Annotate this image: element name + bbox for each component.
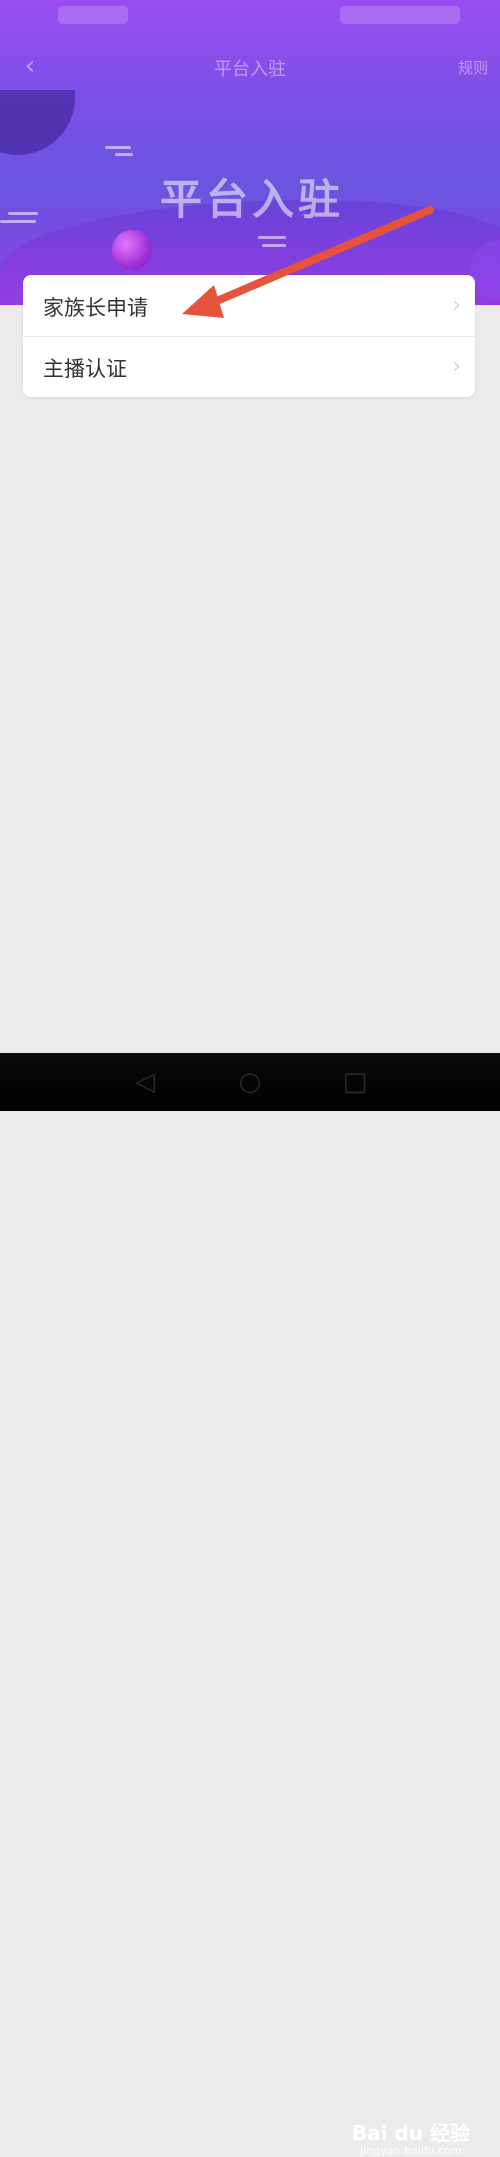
header-banner: ‹ 平台入驻 规则 平台入驻 (0, 0, 500, 305)
rules-link[interactable]: 规则 (458, 57, 488, 78)
chevron-right-icon: › (452, 354, 461, 379)
status-bar-right (340, 6, 460, 24)
banner-title: 平台入驻 (160, 175, 345, 224)
menu-item-anchor-verification[interactable]: 主播认证 › (23, 336, 475, 397)
watermark-logo: Bai du 经验 (351, 2121, 470, 2145)
banner-deco-line (0, 220, 36, 223)
menu-card: 家族长申请 › 主播认证 › (23, 275, 475, 397)
banner-deco-line (8, 212, 38, 215)
top-nav: ‹ 平台入驻 规则 (0, 40, 500, 96)
banner-deco-line (115, 153, 133, 156)
baidu-watermark: Bai du 经验 jingyan.baidu.com (352, 2117, 470, 2157)
banner-deco-line (262, 244, 286, 247)
menu-item-family-leader-apply[interactable]: 家族长申请 › (23, 275, 475, 337)
watermark-url: jingyan.baidu.com (360, 2144, 462, 2157)
menu-item-label: 主播认证 (43, 357, 127, 381)
banner-deco-line (105, 146, 131, 149)
nav-home-icon[interactable]: ○ (233, 1065, 267, 1099)
banner-ball-shape (112, 230, 152, 270)
menu-item-label: 家族长申请 (43, 296, 148, 320)
nav-recent-icon[interactable]: □ (338, 1065, 372, 1099)
chevron-right-icon: › (452, 293, 461, 318)
nav-back-icon[interactable]: ◁ (128, 1065, 162, 1099)
banner-blob-shape (0, 90, 75, 155)
banner-deco-line (258, 236, 286, 239)
status-bar-left (58, 6, 128, 24)
system-nav-bar: ◁ ○ □ Bai du 经验 jingyan.baidu.com (0, 1053, 500, 2157)
page-title: 平台入驻 (214, 59, 286, 80)
